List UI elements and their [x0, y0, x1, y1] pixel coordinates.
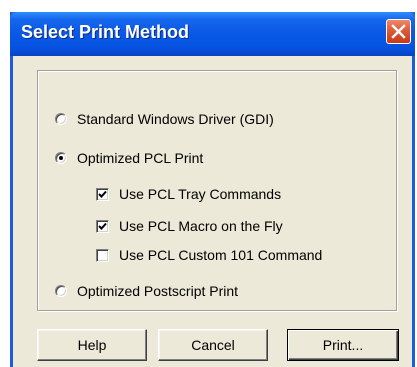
close-button[interactable]	[386, 19, 411, 44]
radio-label: Standard Windows Driver (GDI)	[77, 111, 274, 127]
checkbox-use-pcl-custom-101-command[interactable]: Use PCL Custom 101 Command	[96, 247, 322, 263]
radio-optimized-postscript-print[interactable]: Optimized Postscript Print	[55, 283, 238, 299]
radio-label: Optimized Postscript Print	[77, 283, 239, 299]
print-button[interactable]: Print...	[287, 329, 399, 361]
radio-button-unchecked[interactable]	[55, 113, 67, 125]
checkbox-label: Use PCL Custom 101 Command	[119, 247, 323, 263]
checkmark-icon	[98, 190, 107, 198]
checkbox-use-pcl-tray-commands[interactable]: Use PCL Tray Commands	[96, 186, 281, 202]
checkbox-unchecked[interactable]	[96, 248, 109, 262]
cancel-button[interactable]: Cancel	[158, 329, 268, 361]
radio-standard-windows-driver[interactable]: Standard Windows Driver (GDI)	[55, 111, 274, 127]
checkbox-checked[interactable]	[96, 219, 109, 233]
radio-button-checked[interactable]	[55, 152, 67, 164]
checkbox-checked[interactable]	[96, 187, 109, 201]
checkmark-icon	[98, 222, 107, 230]
radio-optimized-pcl-print[interactable]: Optimized PCL Print	[55, 150, 203, 166]
dialog-title: Select Print Method	[21, 22, 190, 42]
checkbox-use-pcl-macro-on-the-fly[interactable]: Use PCL Macro on the Fly	[96, 218, 283, 234]
radio-label: Optimized PCL Print	[77, 150, 204, 166]
title-bar[interactable]: Select Print Method	[10, 12, 415, 56]
help-button[interactable]: Help	[37, 329, 147, 361]
checkbox-label: Use PCL Tray Commands	[119, 186, 282, 202]
print-method-group: Standard Windows Driver (GDI) Optimized …	[37, 70, 397, 311]
print-method-dialog: Select Print Method Standard Windows Dri…	[10, 12, 415, 367]
radio-button-unchecked[interactable]	[55, 285, 67, 297]
checkbox-label: Use PCL Macro on the Fly	[119, 218, 283, 234]
close-icon	[391, 24, 406, 39]
